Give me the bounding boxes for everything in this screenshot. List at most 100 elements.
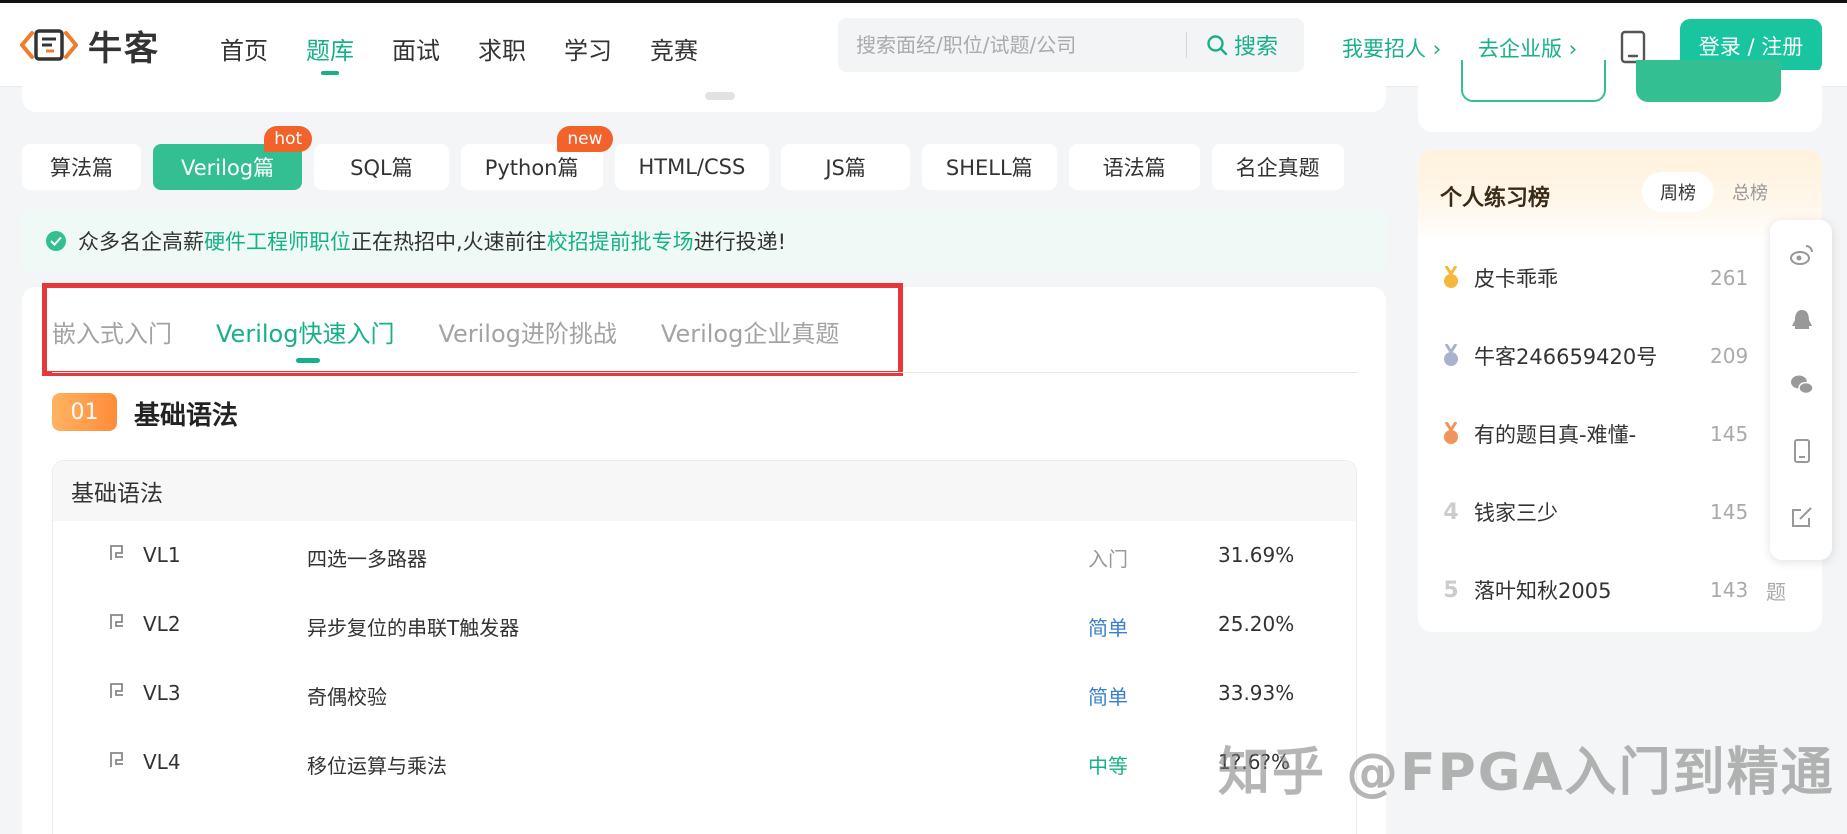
- nav-home[interactable]: 首页: [220, 31, 268, 71]
- chevron-right-icon: ›: [1568, 37, 1578, 61]
- problem-icon: [108, 543, 126, 568]
- nav-learn[interactable]: 学习: [564, 31, 612, 71]
- difficulty-label: 中等: [1088, 754, 1128, 778]
- category-verilog[interactable]: Verilog篇 hot: [153, 126, 313, 190]
- search-button-label: 搜索: [1234, 35, 1279, 60]
- banner-panel-bottom: [22, 80, 1386, 112]
- share-sidebar: [1770, 220, 1832, 560]
- table-row[interactable]: VL2 异步复位的串联T触发器 简单 25.20%: [53, 590, 1358, 659]
- weibo-icon[interactable]: [1789, 242, 1815, 268]
- search-input[interactable]: [856, 18, 1196, 72]
- difficulty-label: 简单: [1088, 685, 1128, 709]
- new-badge: new: [557, 126, 613, 152]
- problem-name[interactable]: 移位运算与乘法: [307, 750, 447, 779]
- hardware-jobs-link[interactable]: 硬件工程师职位: [204, 226, 351, 256]
- category-html-css[interactable]: HTML/CSS: [614, 144, 770, 190]
- category-label: 语法篇: [1102, 156, 1166, 180]
- nav-interview[interactable]: 面试: [392, 31, 440, 71]
- ranking-item[interactable]: 牛客246659420号 209: [1438, 336, 1808, 376]
- problem-name[interactable]: 异步复位的串联T触发器: [307, 612, 519, 641]
- ranking-header: 个人练习榜 周榜 总榜: [1418, 150, 1822, 240]
- category-python[interactable]: Python篇 new: [460, 126, 613, 190]
- feedback-edit-icon[interactable]: [1789, 504, 1815, 530]
- search-icon: [1207, 35, 1228, 56]
- silver-medal-icon: [1438, 344, 1464, 368]
- ranking-item[interactable]: 4 钱家三少 145: [1438, 492, 1808, 532]
- gold-medal-icon: [1438, 266, 1464, 290]
- nav-question-bank[interactable]: 题库: [306, 31, 354, 75]
- tab-weekly[interactable]: 周榜: [1642, 172, 1714, 212]
- ranking-user-name: 落叶知秋2005: [1474, 579, 1612, 603]
- section-title: 基础语法: [134, 401, 239, 431]
- difficulty-label: 简单: [1088, 616, 1128, 640]
- rank-number: 4: [1443, 499, 1459, 525]
- nav-jobs[interactable]: 求职: [478, 31, 526, 71]
- category-label: SQL篇: [350, 156, 413, 180]
- practice-ranking: 个人练习榜 周榜 总榜 皮卡乖乖 261 牛客246659420号 209 有的…: [1418, 150, 1822, 632]
- ranking-count: 261: [1710, 266, 1749, 290]
- chevron-right-icon: ›: [1432, 37, 1442, 61]
- hot-badge: hot: [264, 126, 313, 152]
- problem-id: VL1: [143, 543, 181, 567]
- category-company-exams[interactable]: 名企真题: [1211, 144, 1344, 190]
- ranking-count: 145: [1710, 500, 1749, 524]
- ranking-user-name: 皮卡乖乖: [1474, 267, 1558, 291]
- problem-list-panel: 嵌入式入门 Verilog快速入门 Verilog进阶挑战 Verilog企业真…: [22, 283, 1386, 834]
- ranking-title: 个人练习榜: [1440, 186, 1551, 211]
- ranking-count: 209: [1710, 344, 1749, 368]
- ranking-item[interactable]: 5 落叶知秋2005 143 题: [1438, 570, 1808, 610]
- nav-contest[interactable]: 竞赛: [650, 31, 698, 71]
- problem-name[interactable]: 四选一多路器: [307, 543, 427, 572]
- problem-name[interactable]: 奇偶校验: [307, 681, 387, 710]
- ranking-item[interactable]: 有的题目真-难懂- 145: [1438, 414, 1808, 454]
- notice-text-3: 进行投递!: [693, 230, 787, 254]
- problem-id: VL2: [143, 612, 181, 636]
- user-panel-outline-button[interactable]: [1461, 60, 1606, 102]
- bronze-medal-icon: [1438, 422, 1464, 446]
- enterprise-link[interactable]: 去企业版 ›: [1478, 33, 1577, 63]
- category-algorithm[interactable]: 算法篇: [22, 144, 141, 190]
- ranking-user-name: 钱家三少: [1474, 501, 1558, 525]
- notice-banner: 众多名企高薪 硬件工程师职位 正在热招中,火速前往 校招提前批专场 进行投递!: [22, 210, 1386, 272]
- table-row[interactable]: VL1 四选一多路器 入门 31.69%: [53, 521, 1358, 590]
- ranking-unit: 题: [1766, 579, 1786, 604]
- problem-icon: [108, 681, 126, 706]
- category-label: 名企真题: [1235, 156, 1320, 180]
- search-bar: 搜索: [838, 18, 1304, 72]
- recruit-link-label: 我要招人: [1342, 37, 1426, 61]
- site-logo[interactable]: 牛客: [19, 25, 160, 69]
- logo-text: 牛客: [88, 28, 160, 69]
- category-syntax[interactable]: 语法篇: [1068, 144, 1200, 190]
- category-js[interactable]: JS篇: [781, 144, 910, 190]
- ranking-count: 143: [1710, 578, 1749, 602]
- wechat-icon[interactable]: [1789, 372, 1815, 398]
- category-label: HTML/CSS: [638, 155, 746, 179]
- ranking-count: 145: [1710, 422, 1749, 446]
- category-sql[interactable]: SQL篇: [314, 144, 449, 190]
- qq-icon[interactable]: [1789, 308, 1815, 334]
- campus-recruit-link[interactable]: 校招提前批专场: [547, 226, 694, 256]
- category-label: Verilog篇: [181, 156, 275, 180]
- ranking-user-name: 牛客246659420号: [1474, 345, 1658, 369]
- pass-rate: 25.20%: [1218, 612, 1295, 636]
- table-row[interactable]: VL3 奇偶校验 简单 33.93%: [53, 659, 1358, 728]
- problem-icon: [108, 612, 126, 637]
- tab-total[interactable]: 总榜: [1714, 172, 1786, 212]
- table-title-label: 基础语法: [71, 481, 163, 507]
- search-button[interactable]: 搜索: [1206, 18, 1278, 72]
- pass-rate: 33.93%: [1218, 681, 1295, 705]
- section-number-badge: 01: [52, 393, 117, 431]
- notice-text-2: 正在热招中,火速前往: [351, 230, 547, 254]
- ranking-item[interactable]: 皮卡乖乖 261: [1438, 258, 1808, 298]
- category-label: Python篇: [484, 156, 579, 180]
- highlight-annotation-box: [42, 283, 903, 376]
- category-label: JS篇: [825, 156, 866, 180]
- mobile-icon[interactable]: [1789, 438, 1815, 464]
- table-row[interactable]: VL4 移位运算与乘法 中等 1?.6?%: [53, 728, 1358, 797]
- carousel-indicator[interactable]: [705, 92, 735, 100]
- main-nav: 首页 题库 面试 求职 学习 竞赛: [220, 31, 736, 75]
- recruit-link[interactable]: 我要招人 ›: [1342, 33, 1441, 63]
- category-shell[interactable]: SHELL篇: [921, 144, 1057, 190]
- user-panel-filled-button[interactable]: [1636, 60, 1781, 102]
- pass-rate: 31.69%: [1218, 543, 1295, 567]
